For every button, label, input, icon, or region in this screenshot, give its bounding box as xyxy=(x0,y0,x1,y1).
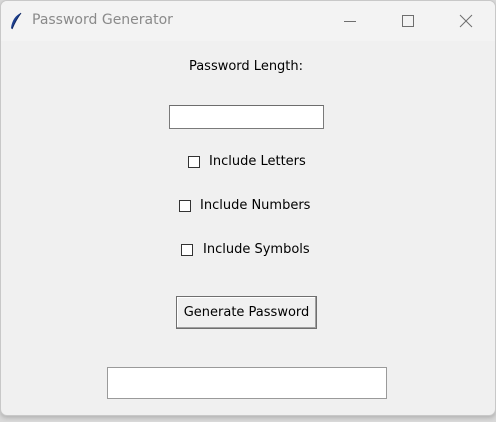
checkbox-box[interactable] xyxy=(181,244,193,256)
minimize-button[interactable] xyxy=(321,1,379,41)
feather-icon xyxy=(9,12,23,30)
checkbox-box[interactable] xyxy=(179,200,191,212)
include-symbols-label[interactable]: Include Symbols xyxy=(203,242,310,257)
password-length-input[interactable] xyxy=(170,106,323,129)
window-title: Password Generator xyxy=(32,12,173,28)
title-bar[interactable]: Password Generator xyxy=(1,1,495,41)
app-window: Password Generator Password Length: Incl… xyxy=(0,0,496,416)
minimize-icon xyxy=(344,21,356,22)
include-numbers-label[interactable]: Include Numbers xyxy=(200,198,310,213)
password-length-field[interactable] xyxy=(169,105,324,129)
generated-password-output[interactable] xyxy=(108,368,386,398)
close-button[interactable] xyxy=(437,1,495,41)
checkbox-box[interactable] xyxy=(188,156,200,168)
maximize-button[interactable] xyxy=(379,1,437,41)
generate-password-button[interactable]: Generate Password xyxy=(176,296,317,329)
close-icon xyxy=(459,14,473,28)
maximize-icon xyxy=(402,15,414,27)
generated-password-field[interactable] xyxy=(107,367,387,399)
password-length-label: Password Length: xyxy=(188,59,304,74)
include-letters-label[interactable]: Include Letters xyxy=(209,154,306,169)
